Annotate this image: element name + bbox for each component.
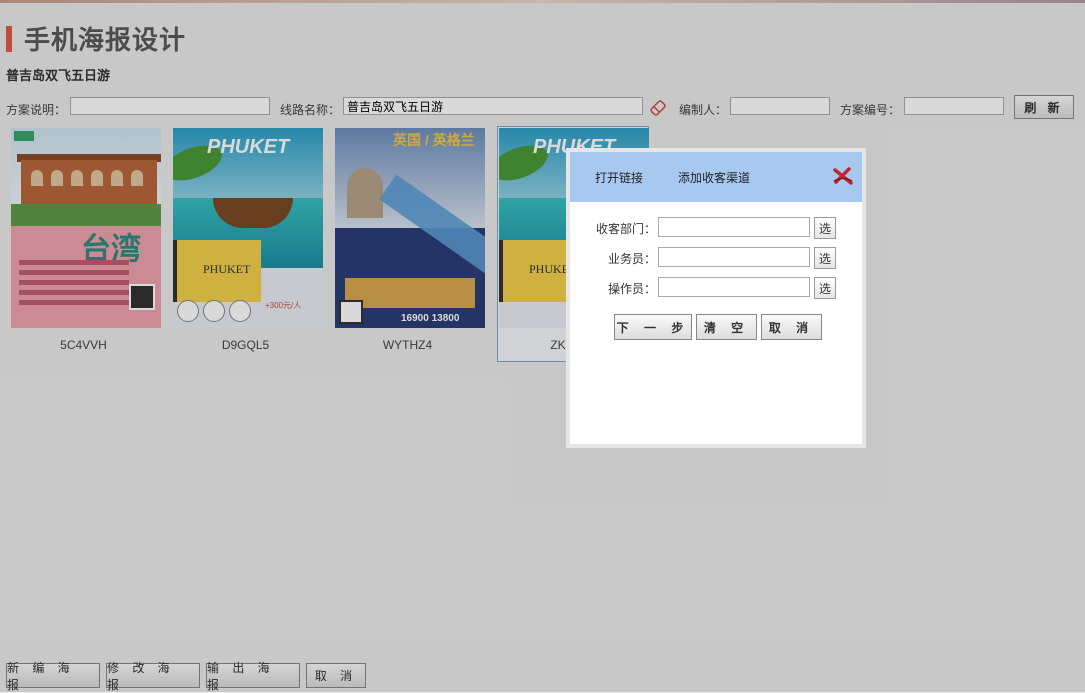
close-icon[interactable] (832, 166, 854, 186)
tab-add-channel[interactable]: 添加收客渠道 (678, 169, 750, 186)
dialog-cancel-button[interactable]: 取 消 (761, 314, 822, 340)
dept-row: 收客部门： 选 (570, 215, 862, 239)
sales-input[interactable] (658, 247, 810, 267)
modal-overlay (0, 0, 1085, 692)
dialog-actions: 下 一 步 清 空 取 消 (614, 314, 822, 340)
sales-label: 业务员： (607, 252, 656, 266)
clear-button[interactable]: 清 空 (696, 314, 757, 340)
next-step-button[interactable]: 下 一 步 (614, 314, 692, 340)
channel-dialog: 打开链接 添加收客渠道 收客部门： 选 业务员： 选 操作员： 选 下 一 步 … (566, 148, 866, 448)
dept-pick-button[interactable]: 选 (814, 217, 836, 239)
sales-row: 业务员： 选 (570, 245, 862, 269)
dialog-body: 打开链接 添加收客渠道 收客部门： 选 业务员： 选 操作员： 选 下 一 步 … (570, 152, 862, 444)
operator-pick-button[interactable]: 选 (814, 277, 836, 299)
operator-label: 操作员： (607, 282, 656, 296)
sales-pick-button[interactable]: 选 (814, 247, 836, 269)
dept-input[interactable] (658, 217, 810, 237)
operator-row: 操作员： 选 (570, 275, 862, 299)
tab-open-link[interactable]: 打开链接 (595, 169, 643, 186)
dept-label: 收客部门： (595, 222, 656, 236)
operator-input[interactable] (658, 277, 810, 297)
dialog-header: 打开链接 添加收客渠道 (570, 152, 862, 202)
